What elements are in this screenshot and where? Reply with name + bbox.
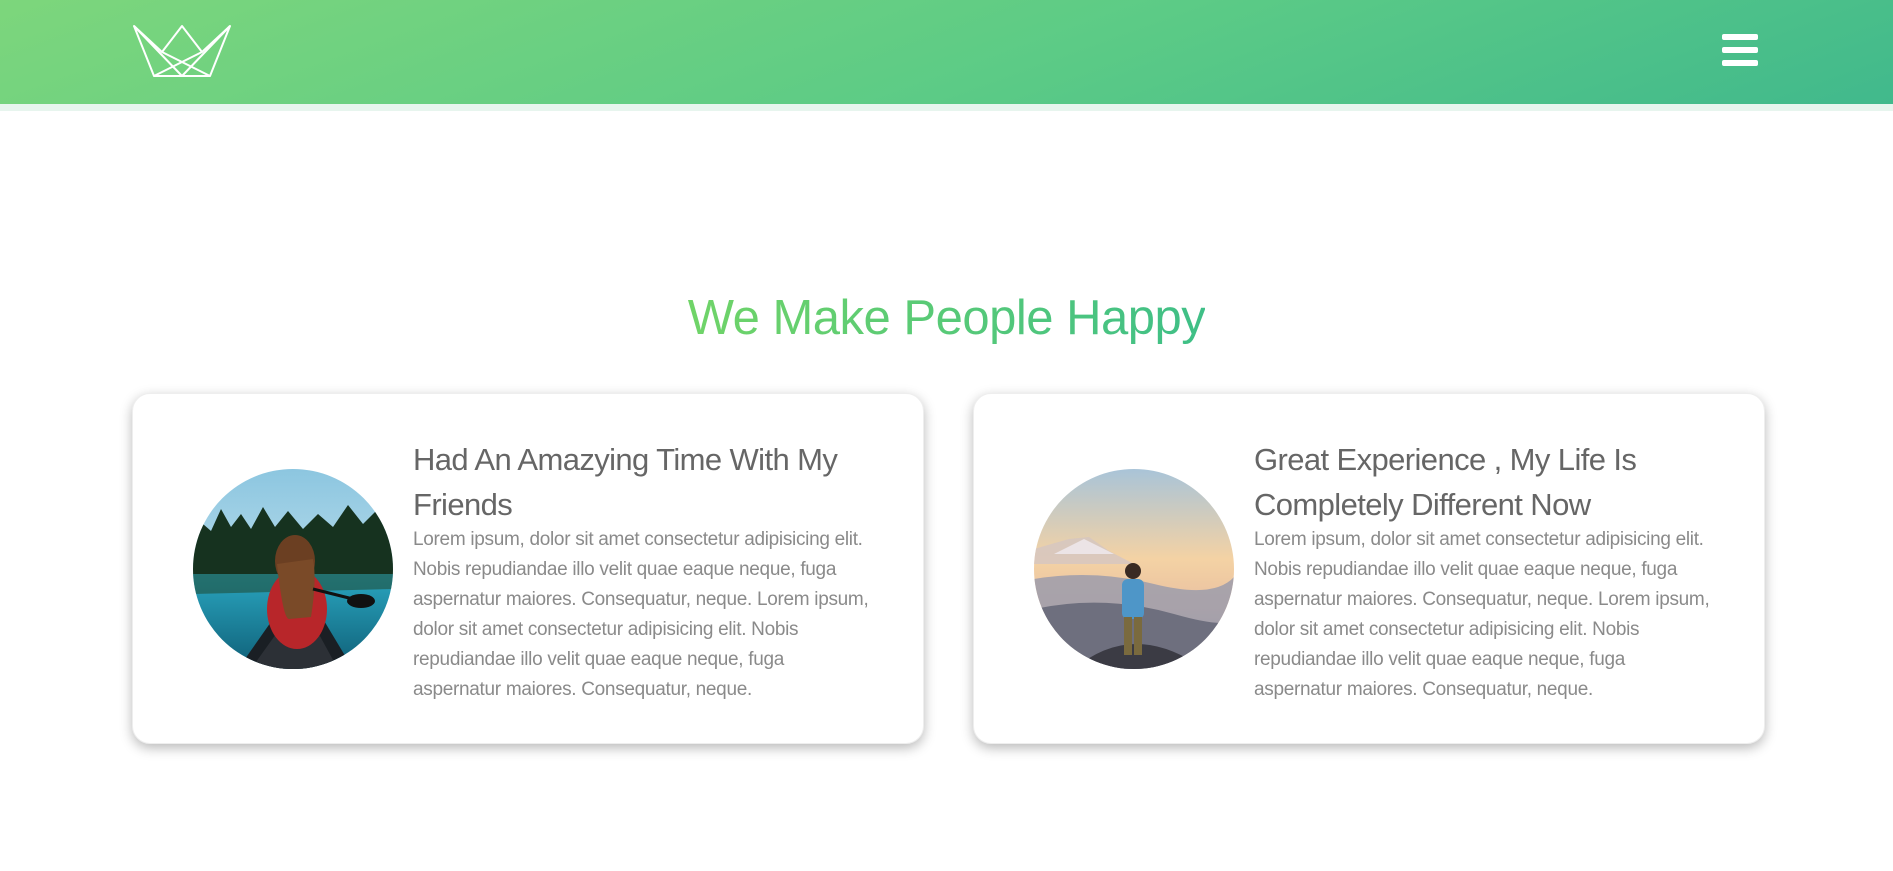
testimonial-card: Had An Amazying Time With My Friends Lor… <box>132 393 924 744</box>
testimonial-card: Great Experience , My Life Is Completely… <box>973 393 1765 744</box>
testimonial-heading: Great Experience , My Life Is Completely… <box>1254 442 1637 522</box>
woman-in-canoe-photo <box>193 469 393 669</box>
man-on-mountain-photo <box>1034 469 1234 669</box>
crown-logo[interactable] <box>132 24 232 78</box>
testimonial-body: Lorem ipsum, dolor sit amet consectetur … <box>413 529 869 700</box>
site-header <box>0 0 1893 104</box>
testimonial-body: Lorem ipsum, dolor sit amet consectetur … <box>1254 529 1710 700</box>
testimonial-heading: Had An Amazying Time With My Friends <box>413 442 838 522</box>
hamburger-menu-icon[interactable] <box>1722 34 1760 70</box>
section-title: We Make People Happy <box>687 291 1206 345</box>
header-divider <box>0 104 1893 111</box>
